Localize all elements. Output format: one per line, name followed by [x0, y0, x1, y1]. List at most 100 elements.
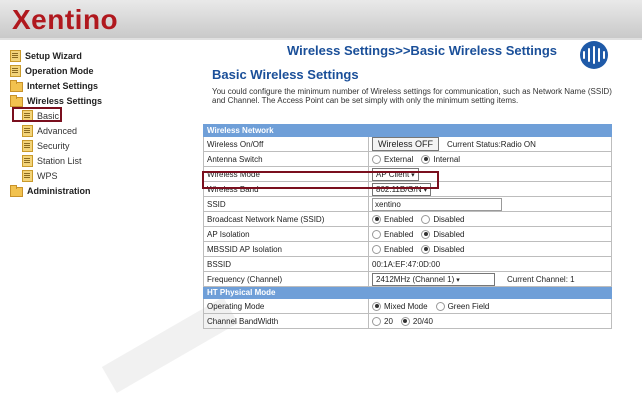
sidebar-item-label: Station List [37, 155, 82, 166]
page-icon [22, 169, 33, 182]
operating-mode-cell: Mixed Mode Green Field [368, 298, 612, 314]
sidebar-item-wireless-settings[interactable]: Wireless Settings [10, 93, 190, 108]
section-title: Wireless Network [203, 124, 612, 137]
antenna-external-radio[interactable] [372, 154, 381, 164]
sidebar-item-security[interactable]: Security [10, 138, 190, 153]
bssid-label: BSSID [203, 256, 369, 272]
ap-isolation-cell: Enabled Disabled [368, 226, 612, 242]
radio-status-text: Current Status:Radio ON [447, 140, 536, 149]
page-title: Wireless Settings>>Basic Wireless Settin… [287, 43, 557, 58]
description-text: You could configure the minimum number o… [212, 87, 612, 105]
wireless-onoff-label: Wireless On/Off [203, 136, 369, 152]
ap-isolation-label: AP Isolation [203, 226, 369, 242]
antenna-internal-label: Internal [433, 154, 461, 164]
current-channel-text: Current Channel: 1 [507, 274, 575, 284]
logo: Xentino [12, 4, 119, 35]
channel-bandwidth-cell: 20 20/40 [368, 313, 612, 329]
sidebar-item-operation-mode[interactable]: Operation Mode [10, 63, 190, 78]
frequency-select[interactable]: 2412MHz (Channel 1) [372, 272, 495, 286]
mbssid-isolation-cell: Enabled Disabled [368, 241, 612, 257]
sidebar-item-label: Administration [27, 185, 91, 196]
disabled-label: Disabled [433, 229, 465, 239]
sidebar-item-administration[interactable]: Administration [10, 183, 190, 198]
table-row: AP Isolation Enabled Disabled [203, 226, 612, 242]
settings-table: Wireless Network Wireless On/Off Wireles… [203, 124, 612, 329]
table-row: MBSSID AP Isolation Enabled Disabled [203, 241, 612, 257]
wireless-onoff-cell: Wireless OFF Current Status:Radio ON [368, 136, 612, 152]
section-header-ht: HT Physical Mode [203, 286, 612, 299]
sidebar-item-label: WPS [37, 170, 58, 181]
header-divider [0, 38, 642, 40]
table-row: SSID xentino [203, 196, 612, 212]
mixed-mode-label: Mixed Mode [384, 301, 428, 311]
broadcast-ssid-cell: Enabled Disabled [368, 211, 612, 227]
bandwidth-20-radio[interactable] [372, 316, 381, 326]
channel-bandwidth-label: Channel BandWidth [203, 313, 369, 329]
antenna-external-label: External [384, 154, 414, 164]
operating-mode-label: Operating Mode [203, 298, 369, 314]
folder-icon [10, 79, 23, 92]
bandwidth-2040-label: 20/40 [412, 316, 433, 326]
ap-isolation-enabled-radio[interactable] [372, 229, 381, 239]
sidebar: Setup Wizard Operation Mode Internet Set… [10, 48, 190, 198]
table-row: Wireless On/Off Wireless OFF Current Stat… [203, 136, 612, 152]
mbssid-disabled-radio[interactable] [421, 244, 431, 254]
frequency-cell: 2412MHz (Channel 1) Current Channel: 1 [368, 271, 612, 287]
page-icon [22, 139, 33, 152]
disabled-label: Disabled [433, 244, 465, 254]
ssid-label: SSID [203, 196, 369, 212]
table-row: Frequency (Channel) 2412MHz (Channel 1) C… [203, 271, 612, 287]
broadcast-ssid-label: Broadcast Network Name (SSID) [203, 211, 369, 227]
page-icon [10, 49, 21, 62]
wireless-off-button[interactable]: Wireless OFF [372, 137, 439, 151]
sidebar-item-label: Advanced [37, 125, 78, 136]
sidebar-item-station-list[interactable]: Station List [10, 153, 190, 168]
mixed-mode-radio[interactable] [372, 301, 381, 311]
green-field-radio[interactable] [435, 301, 445, 311]
highlight-box-wireless-mode [202, 171, 439, 189]
sidebar-item-label: Security [37, 140, 70, 151]
section-title: HT Physical Mode [203, 286, 612, 299]
section-heading: Basic Wireless Settings [212, 67, 359, 82]
sidebar-item-internet-settings[interactable]: Internet Settings [10, 78, 190, 93]
folder-open-icon [10, 94, 23, 107]
ssid-input[interactable]: xentino [372, 197, 502, 211]
table-row: Operating Mode Mixed Mode Green Field [203, 298, 612, 314]
sidebar-item-label: Operation Mode [25, 65, 94, 76]
antenna-switch-label: Antenna Switch [203, 151, 369, 167]
sidebar-item-setup-wizard[interactable]: Setup Wizard [10, 48, 190, 63]
table-row: BSSID 00:1A:EF:47:0D:00 [203, 256, 612, 272]
ap-isolation-disabled-radio[interactable] [421, 229, 431, 239]
sidebar-item-label: Setup Wizard [25, 50, 82, 61]
antenna-internal-radio[interactable] [421, 154, 431, 164]
page-icon [22, 124, 33, 137]
enabled-label: Enabled [384, 244, 414, 254]
table-row: Antenna Switch External Internal [203, 151, 612, 167]
frequency-label: Frequency (Channel) [203, 271, 369, 287]
equalizer-logo-icon [580, 41, 608, 69]
bandwidth-20-label: 20 [384, 316, 393, 326]
mbssid-enabled-radio[interactable] [372, 244, 381, 254]
header-bar: Xentino [0, 0, 642, 38]
sidebar-item-wps[interactable]: WPS [10, 168, 190, 183]
sidebar-item-label: Wireless Settings [27, 95, 102, 106]
table-row: Broadcast Network Name (SSID) Enabled Dis… [203, 211, 612, 227]
table-row: Channel BandWidth 20 20/40 [203, 313, 612, 329]
antenna-switch-cell: External Internal [368, 151, 612, 167]
mbssid-isolation-label: MBSSID AP Isolation [203, 241, 369, 257]
folder-icon [10, 184, 23, 197]
highlight-box-basic [12, 107, 62, 122]
green-field-label: Green Field [447, 301, 490, 311]
page-icon [10, 64, 21, 77]
page-icon [22, 154, 33, 167]
sidebar-item-label: Internet Settings [27, 80, 99, 91]
ssid-cell: xentino [368, 196, 612, 212]
enabled-label: Enabled [384, 229, 414, 239]
section-header-wireless: Wireless Network [203, 124, 612, 137]
disabled-label: Disabled [433, 214, 465, 224]
broadcast-enabled-radio[interactable] [372, 214, 381, 224]
broadcast-disabled-radio[interactable] [421, 214, 431, 224]
bandwidth-2040-radio[interactable] [400, 316, 410, 326]
enabled-label: Enabled [384, 214, 414, 224]
sidebar-item-advanced[interactable]: Advanced [10, 123, 190, 138]
